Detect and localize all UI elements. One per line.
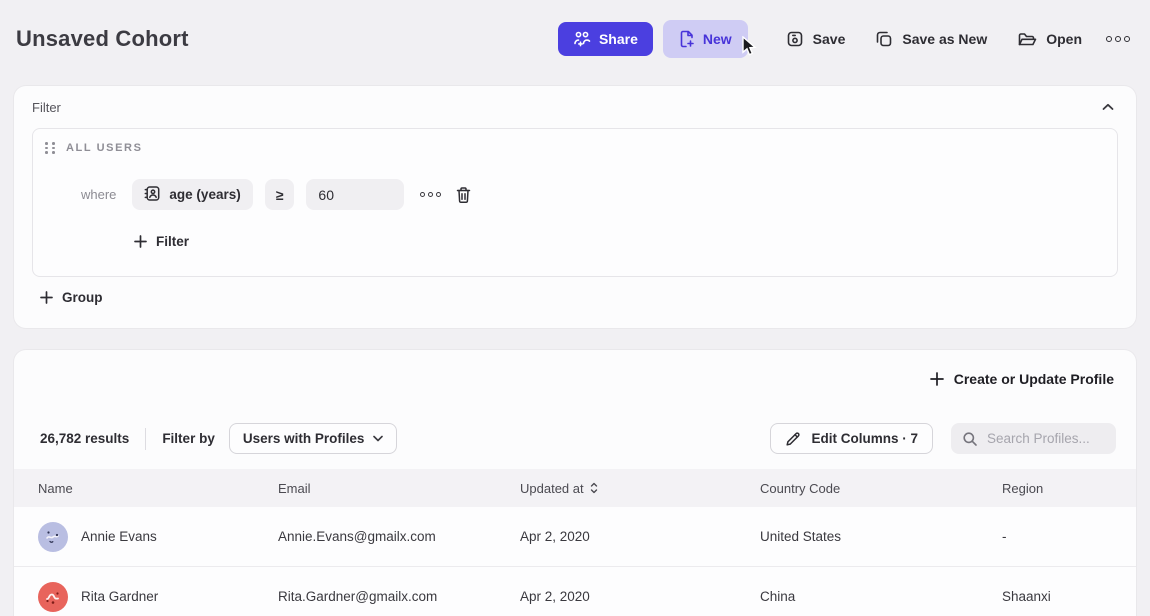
edit-columns-label: Edit Columns · 7 <box>811 431 918 446</box>
profiles-table: Name Email Updated at Country Code Regio… <box>14 469 1136 616</box>
search-icon <box>962 431 978 447</box>
results-panel: Create or Update Profile 26,782 results … <box>14 350 1136 616</box>
operator-chip[interactable]: ≥ <box>265 179 295 210</box>
table-row[interactable]: Rita Gardner Rita.Gardner@gmailx.com Apr… <box>14 567 1136 616</box>
add-filter-label: Filter <box>156 234 189 249</box>
add-group-button[interactable]: Group <box>40 290 103 305</box>
search-profiles-box <box>951 423 1116 454</box>
dot-icon <box>1115 36 1121 42</box>
avatar <box>38 522 68 552</box>
filter-panel: Filter ALL USERS where <box>14 86 1136 328</box>
all-users-label: ALL USERS <box>66 142 143 154</box>
page-header: Unsaved Cohort Share <box>0 0 1150 78</box>
open-button-label: Open <box>1046 31 1082 47</box>
divider <box>145 428 146 450</box>
collapse-filter-button[interactable] <box>1098 99 1118 115</box>
table-controls-right: Edit Columns · 7 <box>770 423 1116 454</box>
profile-name: Annie Evans <box>81 529 157 544</box>
column-header-email[interactable]: Email <box>278 481 520 496</box>
chevron-down-icon <box>373 435 383 442</box>
table-controls-row: 26,782 results Filter by Users with Prof… <box>14 423 1136 454</box>
save-button[interactable]: Save <box>776 22 856 56</box>
dot-icon <box>428 192 433 197</box>
plus-icon <box>134 235 147 248</box>
share-users-icon <box>573 31 591 47</box>
share-button-label: Share <box>599 31 638 47</box>
filter-panel-header: Filter <box>14 86 1136 115</box>
results-count: 26,782 results <box>40 431 129 446</box>
property-chip[interactable]: age (years) <box>132 179 252 210</box>
table-row[interactable]: Annie Evans Annie.Evans@gmailx.com Apr 2… <box>14 507 1136 567</box>
profile-country-code: United States <box>760 529 1002 544</box>
property-chip-label: age (years) <box>169 187 240 202</box>
filter-value-input[interactable] <box>306 179 404 210</box>
save-as-new-button-label: Save as New <box>902 31 987 47</box>
profile-region: Shaanxi <box>1002 589 1136 604</box>
open-button[interactable]: Open <box>1007 22 1092 56</box>
profile-name-cell: Rita Gardner <box>38 582 278 612</box>
profile-country-code: China <box>760 589 1002 604</box>
avatar <box>38 582 68 612</box>
plus-icon <box>40 291 53 304</box>
copy-icon <box>875 30 893 48</box>
save-icon <box>786 30 804 48</box>
where-label: where <box>81 187 116 202</box>
dot-icon <box>1124 36 1130 42</box>
header-toolbar: Share New <box>558 20 1134 58</box>
filter-by-label: Filter by <box>162 431 215 446</box>
column-header-country-code[interactable]: Country Code <box>760 481 1002 496</box>
delete-condition-button[interactable] <box>453 184 474 206</box>
create-or-update-profile-button[interactable]: Create or Update Profile <box>930 371 1114 387</box>
chevron-up-icon <box>1102 103 1114 111</box>
profile-email: Annie.Evans@gmailx.com <box>278 529 520 544</box>
new-button[interactable]: New <box>663 20 748 58</box>
condition-more-button[interactable] <box>420 192 441 197</box>
filter-condition-row: where age (years) ≥ <box>81 179 474 210</box>
folder-open-icon <box>1017 31 1037 48</box>
page-title: Unsaved Cohort <box>16 26 189 52</box>
cohort-builder-page: Unsaved Cohort Share <box>0 0 1150 616</box>
profile-email: Rita.Gardner@gmailx.com <box>278 589 520 604</box>
plus-icon <box>930 372 944 386</box>
column-header-name[interactable]: Name <box>38 481 278 496</box>
profile-updated-at: Apr 2, 2020 <box>520 589 760 604</box>
column-header-updated-at[interactable]: Updated at <box>520 481 760 496</box>
share-button[interactable]: Share <box>558 22 653 56</box>
drag-handle-icon[interactable] <box>45 142 56 154</box>
filter-group-header: ALL USERS <box>33 129 1117 154</box>
column-header-region[interactable]: Region <box>1002 481 1136 496</box>
save-as-new-button[interactable]: Save as New <box>865 22 997 56</box>
add-group-label: Group <box>62 290 103 305</box>
dot-icon <box>436 192 441 197</box>
dot-icon <box>1106 36 1112 42</box>
new-file-icon <box>679 30 695 48</box>
table-header-row: Name Email Updated at Country Code Regio… <box>14 469 1136 507</box>
profile-filter-value: Users with Profiles <box>243 431 365 446</box>
dot-icon <box>420 192 425 197</box>
create-profile-label: Create or Update Profile <box>954 371 1114 387</box>
edit-columns-button[interactable]: Edit Columns · 7 <box>770 423 933 454</box>
profile-name: Rita Gardner <box>81 589 158 604</box>
create-profile-row: Create or Update Profile <box>14 350 1136 387</box>
profile-region: - <box>1002 529 1136 544</box>
add-filter-button[interactable]: Filter <box>134 234 189 249</box>
filter-group-box: ALL USERS where age (years) ≥ <box>32 128 1118 277</box>
more-options-button[interactable] <box>1102 30 1134 48</box>
filter-panel-title: Filter <box>32 100 61 115</box>
save-button-label: Save <box>813 31 846 47</box>
user-property-icon <box>144 185 161 205</box>
pencil-icon <box>785 431 801 447</box>
profile-filter-dropdown[interactable]: Users with Profiles <box>229 423 398 454</box>
profile-updated-at: Apr 2, 2020 <box>520 529 760 544</box>
search-profiles-input[interactable] <box>987 431 1102 446</box>
profile-name-cell: Annie Evans <box>38 522 278 552</box>
sort-icon <box>590 482 598 494</box>
new-button-label: New <box>703 31 732 47</box>
trash-icon <box>455 186 472 204</box>
